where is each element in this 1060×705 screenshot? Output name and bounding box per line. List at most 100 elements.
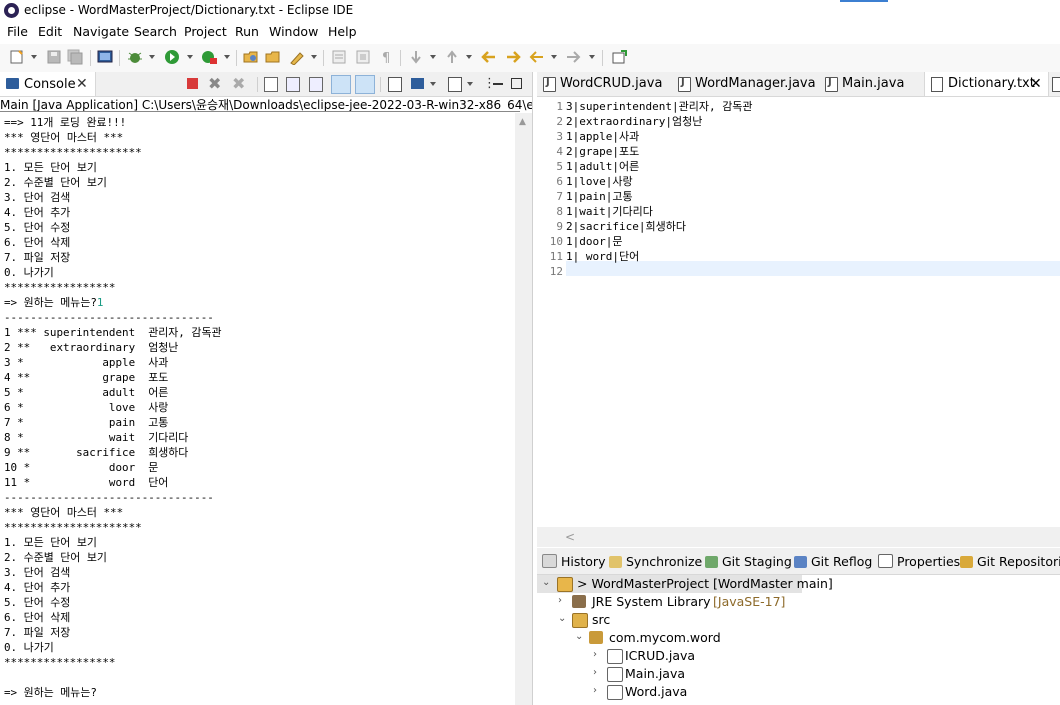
scroll-lock-icon[interactable] xyxy=(286,77,300,92)
window-title: eclipse - WordMasterProject/Dictionary.t… xyxy=(24,3,354,17)
whitespace-icon[interactable]: ¶ xyxy=(377,49,395,65)
editor-text[interactable]: 3|superintendent|관리자, 감독관 2|extraordinar… xyxy=(566,99,753,264)
display-console-icon[interactable] xyxy=(411,78,424,89)
pin-editor-icon[interactable] xyxy=(610,49,628,65)
console-vertical-scrollbar[interactable]: ▲ xyxy=(515,113,532,705)
java-file-icon xyxy=(543,77,556,92)
source-folder-icon xyxy=(572,613,588,628)
terminal-icon[interactable] xyxy=(96,49,114,65)
tab-label: Dictionary.txt xyxy=(948,76,1035,91)
remove-all-launches-icon[interactable]: ✖ xyxy=(232,74,245,93)
tree-item-project[interactable]: ⌄ > WordMasterProject [WordMaster main] xyxy=(537,575,833,593)
console-view: Console ✕ ✖ ✖ ⋮ Main [Java Application] … xyxy=(0,72,533,705)
open-folder-icon[interactable] xyxy=(264,49,282,65)
java-file-icon xyxy=(1052,77,1060,92)
menu-run[interactable]: Run xyxy=(235,24,259,39)
collapse-icon[interactable]: ⌄ xyxy=(542,577,550,588)
tab-main-java[interactable]: Main.java xyxy=(819,72,919,96)
save-all-icon[interactable] xyxy=(66,49,84,65)
tab-git-staging[interactable]: Git Staging xyxy=(705,554,792,569)
tree-item-word-java[interactable]: › Word.java xyxy=(537,683,837,701)
pin-console-icon[interactable] xyxy=(388,77,402,92)
line-number-ruler: 1 2 3 4 5 6 7 8 9 10 11 12 xyxy=(537,96,566,547)
terminate-icon[interactable] xyxy=(187,78,198,89)
menu-navigate[interactable]: Navigate xyxy=(73,24,129,39)
menu-edit[interactable]: Edit xyxy=(38,24,62,39)
run-icon[interactable] xyxy=(163,49,181,65)
forward-edit-icon[interactable] xyxy=(504,49,522,65)
expand-icon[interactable]: › xyxy=(593,649,597,660)
forward-icon[interactable] xyxy=(564,49,582,65)
console-tab-label: Console xyxy=(24,77,76,92)
tree-item-label: > WordMasterProject [WordMaster main] xyxy=(577,576,833,591)
back-icon[interactable] xyxy=(528,49,546,65)
console-user-input: 1 xyxy=(96,296,104,309)
tree-item-label: JRE System Library xyxy=(592,594,711,609)
external-tools-icon[interactable] xyxy=(200,49,218,65)
tab-properties[interactable]: Properties xyxy=(878,554,960,569)
tree-item-label: Main.java xyxy=(625,666,686,681)
tree-item-icrud-java[interactable]: › ICRUD.java xyxy=(537,647,837,665)
expand-icon[interactable]: › xyxy=(593,685,597,696)
tree-item-jre[interactable]: › JRE System Library [JavaSE-17] xyxy=(537,593,937,611)
tab-label: Properties xyxy=(897,554,961,569)
open-console-icon[interactable] xyxy=(448,77,462,92)
java-file-icon xyxy=(678,77,691,92)
show-on-stderr-icon[interactable] xyxy=(355,75,375,94)
tab-history[interactable]: History xyxy=(542,554,605,569)
console-tab-bar: Console ✕ ✖ ✖ ⋮ xyxy=(0,72,532,97)
collapse-icon[interactable]: ⌄ xyxy=(558,613,566,624)
properties-icon xyxy=(878,554,893,568)
tab-label: Git Reflog xyxy=(811,554,873,569)
menu-project[interactable]: Project xyxy=(184,24,227,39)
toggle-mark-icon[interactable] xyxy=(330,49,348,65)
next-annotation-icon[interactable] xyxy=(407,49,425,65)
menu-help[interactable]: Help xyxy=(328,24,357,39)
git-reflog-icon xyxy=(794,556,807,568)
editor-horizontal-scrollbar[interactable]: < xyxy=(537,527,1060,547)
prev-annotation-icon[interactable] xyxy=(443,49,461,65)
project-explorer: History Synchronize Git Staging Git Refl… xyxy=(537,548,1060,705)
last-edit-icon[interactable] xyxy=(480,49,498,65)
history-icon xyxy=(542,554,557,568)
menu-search[interactable]: Search xyxy=(134,24,177,39)
maximize-icon[interactable] xyxy=(511,78,522,89)
show-on-stdout-icon[interactable] xyxy=(331,75,351,94)
tab-dictionary-txt[interactable]: Dictionary.txt ✕ xyxy=(924,72,1049,96)
tab-console[interactable]: Console ✕ xyxy=(0,72,96,96)
minimize-icon[interactable] xyxy=(493,83,503,85)
tree-item-label: com.mycom.word xyxy=(609,630,721,645)
console-output[interactable]: ==> 11개 로딩 완료!!! *** 영단어 마스터 *** *******… xyxy=(4,115,221,700)
tab-synchronize[interactable]: Synchronize xyxy=(609,554,702,569)
scroll-up-icon[interactable]: ▲ xyxy=(519,117,526,127)
expand-icon[interactable]: › xyxy=(593,667,597,678)
tab-wordcrud-java[interactable]: WordCRUD.java xyxy=(537,72,672,96)
scroll-left-icon[interactable]: < xyxy=(565,530,575,544)
search-pen-icon[interactable] xyxy=(288,49,306,65)
block-select-icon[interactable] xyxy=(354,49,372,65)
tab-git-repositories[interactable]: Git Repositories xyxy=(960,554,1060,569)
tree-item-label: Word.java xyxy=(625,684,688,699)
expand-icon[interactable]: › xyxy=(558,595,562,606)
clear-console-icon[interactable] xyxy=(264,77,278,92)
tab-label: Git Repositories xyxy=(977,554,1060,569)
close-icon[interactable]: ✕ xyxy=(76,76,88,92)
tree-item-src[interactable]: ⌄ src xyxy=(537,611,837,629)
tree-item-label: ICRUD.java xyxy=(625,648,696,663)
save-icon[interactable] xyxy=(45,49,63,65)
tab-label: Synchronize xyxy=(626,554,703,569)
collapse-icon[interactable]: ⌄ xyxy=(575,631,583,642)
text-file-icon xyxy=(931,77,943,92)
open-type-icon[interactable] xyxy=(242,49,260,65)
remove-launch-icon[interactable]: ✖ xyxy=(208,74,221,93)
tab-wordmanager-java[interactable]: WordManager.java xyxy=(672,72,816,96)
new-icon[interactable] xyxy=(8,49,26,65)
menu-file[interactable]: File xyxy=(7,24,28,39)
debug-icon[interactable] xyxy=(126,49,144,65)
tree-item-main-java[interactable]: › Main.java xyxy=(537,665,837,683)
tree-item-package[interactable]: ⌄ com.mycom.word xyxy=(537,629,837,647)
word-wrap-icon[interactable] xyxy=(309,77,323,92)
close-icon[interactable]: ✕ xyxy=(1030,76,1042,92)
tab-git-reflog[interactable]: Git Reflog xyxy=(794,554,872,569)
menu-window[interactable]: Window xyxy=(269,24,318,39)
